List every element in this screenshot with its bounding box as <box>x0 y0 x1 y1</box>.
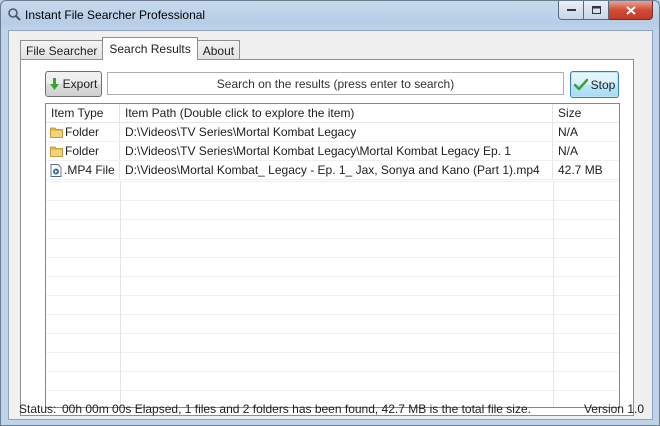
item-type-cell: Folder <box>46 142 120 160</box>
checkmark-icon <box>573 78 588 90</box>
folder-icon <box>50 127 63 138</box>
tab-file-searcher[interactable]: File Searcher <box>20 40 104 60</box>
tab-about[interactable]: About <box>196 40 241 60</box>
item-size-cell: N/A <box>558 125 579 139</box>
stop-label: Stop <box>590 77 616 92</box>
app-icon <box>8 8 21 21</box>
tab-search-results[interactable]: Search Results <box>102 37 198 60</box>
close-button[interactable] <box>609 1 653 20</box>
maximize-button[interactable] <box>584 1 609 20</box>
status-label: Status: <box>19 402 57 416</box>
stop-button[interactable]: Stop <box>570 71 619 98</box>
window-title: Instant File Searcher Professional <box>25 8 206 22</box>
search-results-panel: Export Stop Item Type Item Path (Double … <box>20 59 634 416</box>
item-type-cell: .MP4 File <box>46 161 120 179</box>
item-size-cell: N/A <box>558 144 579 158</box>
search-results-input[interactable] <box>107 72 564 95</box>
tab-label: File Searcher <box>26 43 98 58</box>
status-bar: Status: 00h 00m 00s Elapsed, 1 files and… <box>1 398 659 420</box>
item-size-cell: 42.7 MB <box>558 163 603 177</box>
item-path-cell: D:\Videos\TV Series\Mortal Kombat Legacy… <box>120 142 553 160</box>
results-table[interactable]: Item Type Item Path (Double click to exp… <box>45 103 620 408</box>
app-window: Instant File Searcher Professional File … <box>0 0 660 426</box>
item-type-text: Folder <box>65 144 100 158</box>
version-text: Version 1.0 <box>583 402 644 416</box>
status-text: 00h 00m 00s Elapsed, 1 files and 2 folde… <box>62 402 531 416</box>
minimize-icon <box>566 9 576 11</box>
table-row[interactable]: Folder D:\Videos\TV Series\Mortal Kombat… <box>46 142 619 161</box>
column-divider <box>553 181 554 407</box>
tab-strip: File Searcher Search Results About <box>20 37 241 60</box>
client-area: File Searcher Search Results About Expor… <box>8 30 653 420</box>
export-button[interactable]: Export <box>45 71 102 97</box>
table-header: Item Type Item Path (Double click to exp… <box>46 104 619 123</box>
table-row[interactable]: .MP4 File D:\Videos\Mortal Kombat_ Legac… <box>46 161 619 180</box>
video-file-icon <box>50 163 62 177</box>
minimize-button[interactable] <box>558 1 584 20</box>
table-row[interactable]: Folder D:\Videos\TV Series\Mortal Kombat… <box>46 123 619 142</box>
caption-buttons <box>558 1 653 20</box>
down-arrow-icon <box>49 77 59 90</box>
item-type-cell: Folder <box>46 123 120 141</box>
item-type-text: .MP4 File <box>64 163 115 177</box>
tab-label: Search Results <box>109 42 191 56</box>
tab-label: About <box>202 43 235 58</box>
column-header-item-path[interactable]: Item Path (Double click to explore the i… <box>120 104 553 122</box>
column-header-size[interactable]: Size <box>553 104 619 122</box>
export-label: Export <box>62 77 98 91</box>
folder-icon <box>50 146 63 157</box>
column-divider <box>120 181 121 407</box>
title-bar[interactable]: Instant File Searcher Professional <box>1 1 659 29</box>
close-icon <box>625 5 636 15</box>
item-path-cell: D:\Videos\TV Series\Mortal Kombat Legacy <box>120 123 553 141</box>
column-header-item-type[interactable]: Item Type <box>46 104 120 122</box>
item-path-cell: D:\Videos\Mortal Kombat_ Legacy - Ep. 1_… <box>120 161 553 179</box>
item-type-text: Folder <box>65 125 100 139</box>
empty-rows <box>46 181 619 407</box>
maximize-icon <box>591 6 601 14</box>
